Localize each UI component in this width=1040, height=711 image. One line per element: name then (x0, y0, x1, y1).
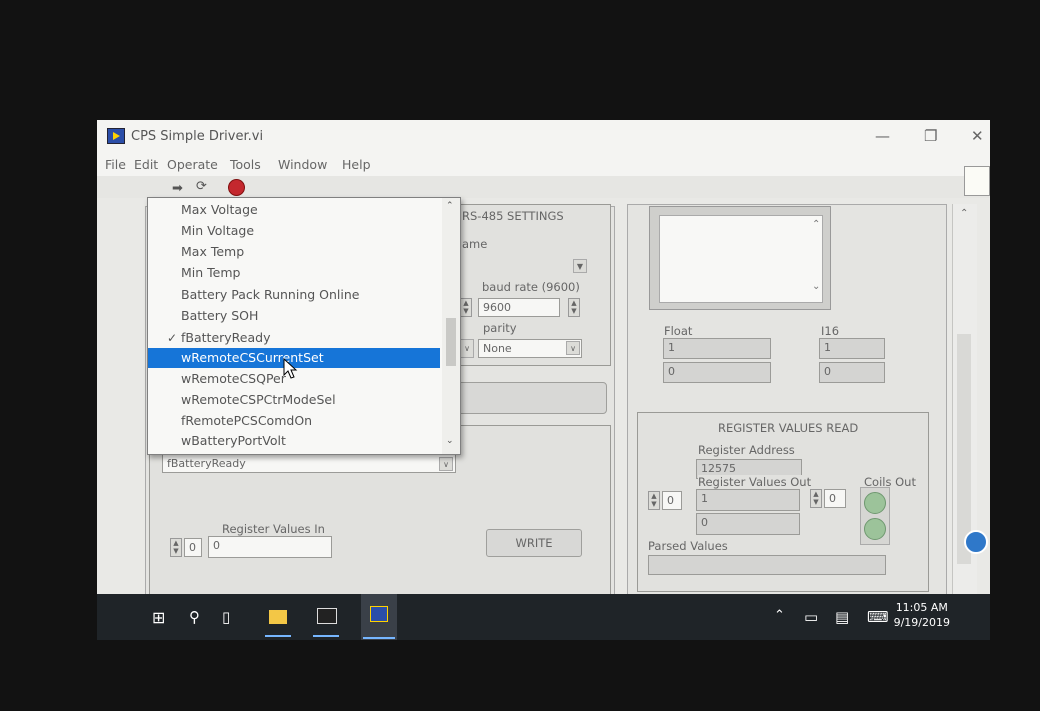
register-values-in-label: Register Values In (222, 522, 325, 536)
list-item[interactable]: Min Voltage (148, 221, 440, 241)
baud-rate-right-spinner[interactable]: ▲ ▼ (568, 298, 580, 317)
baud-rate-field[interactable]: 9600 (478, 298, 560, 317)
parity-dropdown-arrow[interactable]: ∨ (566, 341, 580, 355)
write-register-dropdown-arrow[interactable]: ∨ (439, 457, 453, 471)
values-out-field-1: 1 (696, 489, 800, 511)
vi-connector-icon (964, 166, 990, 196)
labview-vi-icon (107, 128, 125, 144)
windows-taskbar: ⊞ ⚲ ▯ ⌃ ▭ ▤ ⌨ 11:05 AM 9/19/2019 (97, 594, 990, 640)
write-register-select[interactable]: fBatteryReady (162, 454, 456, 473)
windows-start-icon[interactable]: ⊞ (152, 608, 165, 627)
values-in-index-field[interactable]: 0 (184, 538, 202, 557)
menu-edit[interactable]: Edit (134, 157, 158, 172)
values-in-field[interactable]: 0 (208, 536, 332, 558)
string-scroll-down-icon[interactable]: ⌄ (812, 281, 820, 292)
keyboard-icon[interactable]: ⌨ (867, 608, 889, 626)
menu-window[interactable]: Window (278, 157, 327, 172)
list-item[interactable]: Max Voltage (148, 200, 440, 220)
file-explorer-icon[interactable] (265, 604, 291, 637)
coil-led-2 (864, 518, 886, 540)
values-in-index-spinner[interactable]: ▲ ▼ (170, 538, 182, 557)
rs485-title: RS-485 SETTINGS (462, 209, 564, 223)
parsed-values-field (648, 555, 886, 575)
search-icon[interactable]: ⚲ (189, 608, 200, 626)
float-label: Float (664, 324, 693, 338)
menu-file[interactable]: File (105, 157, 126, 172)
scroll-up-icon[interactable]: ⌃ (960, 208, 968, 219)
values-out-field-2: 0 (696, 513, 800, 535)
window-title: CPS Simple Driver.vi (131, 129, 264, 144)
baud-rate-label: baud rate (9600) (482, 280, 580, 294)
coils-index-field[interactable]: 0 (824, 489, 846, 508)
run-continuously-icon[interactable]: ⟳ (196, 179, 207, 194)
menu-operate[interactable]: Operate (167, 157, 218, 172)
coil-led-1 (864, 492, 886, 514)
action-center-icon[interactable]: ▤ (835, 608, 849, 626)
list-item[interactable]: Battery Pack Running Online (148, 285, 440, 305)
list-scroll-down-icon[interactable]: ⌄ (446, 436, 454, 446)
clock-date: 9/19/2019 (893, 616, 950, 629)
coils-led-frame (860, 487, 890, 545)
checkmark-icon: ✓ (167, 331, 178, 345)
values-out-index-spinner[interactable]: ▲ ▼ (648, 491, 660, 510)
resource-name-dropdown-arrow[interactable]: ▼ (573, 259, 587, 273)
list-item[interactable]: wBatteryPortVolt (148, 431, 440, 451)
clock-time: 11:05 AM (895, 601, 948, 614)
title-bar: CPS Simple Driver.vi — ❐ ✕ (97, 120, 990, 154)
float-value-1: 1 (663, 338, 771, 359)
run-arrow-icon[interactable]: ➡ (172, 181, 190, 196)
close-button[interactable]: ✕ (971, 127, 984, 145)
list-item-checked[interactable]: ✓ fBatteryReady (148, 328, 440, 348)
system-clock[interactable]: 11:05 AM 9/19/2019 (894, 600, 950, 630)
bar-button[interactable] (457, 382, 607, 414)
task-view-icon[interactable]: ▯ (222, 608, 230, 626)
navigation-icon[interactable] (964, 530, 988, 554)
parity-left-arrow[interactable]: ∨ (460, 339, 474, 358)
register-dropdown-list[interactable]: Max Voltage Min Voltage Max Temp Min Tem… (147, 197, 461, 455)
list-scroll-up-icon[interactable]: ⌃ (446, 201, 454, 211)
menu-bar: File Edit Operate Tools Window Help (97, 154, 990, 176)
i16-value-1: 1 (819, 338, 885, 359)
i16-label: I16 (821, 324, 840, 338)
list-item[interactable]: Battery SOH (148, 306, 440, 326)
list-item[interactable]: Min Temp (148, 263, 440, 283)
list-item[interactable]: fRemotePCSComdOn (148, 411, 440, 431)
list-scroll-thumb[interactable] (446, 318, 456, 366)
toolbar: ➡ ⟳ (97, 176, 990, 198)
values-out-index-field[interactable]: 0 (662, 491, 682, 510)
parsed-values-label: Parsed Values (648, 539, 728, 553)
rs485-settings-panel: RS-485 SETTINGS ame ▼ baud rate (9600) ▲… (457, 204, 611, 366)
i16-value-2: 0 (819, 362, 885, 383)
menu-help[interactable]: Help (342, 157, 371, 172)
string-indicator-box (659, 215, 823, 303)
register-values-out-label: Register Values Out (698, 475, 812, 489)
network-icon[interactable]: ▭ (804, 608, 818, 626)
restore-button[interactable]: ❐ (924, 127, 937, 145)
screen: CPS Simple Driver.vi — ❐ ✕ File Edit Ope… (97, 120, 990, 640)
terminal-icon[interactable] (313, 604, 339, 637)
list-scrollbar[interactable]: ⌃ ⌄ (442, 198, 460, 454)
string-indicator-frame: ⌃ ⌄ (649, 206, 831, 310)
list-item[interactable]: Max Temp (148, 242, 440, 262)
mouse-cursor-icon (283, 358, 298, 379)
resource-name-label: ame (462, 237, 488, 251)
baud-rate-spinner[interactable]: ▲ ▼ (460, 298, 472, 317)
register-address-label: Register Address (698, 443, 795, 457)
menu-tools[interactable]: Tools (230, 157, 261, 172)
parity-label: parity (483, 321, 517, 335)
register-values-read-title: REGISTER VALUES READ (718, 421, 859, 435)
write-button[interactable]: WRITE (486, 529, 582, 557)
float-value-2: 0 (663, 362, 771, 383)
show-hidden-icons-icon[interactable]: ⌃ (774, 608, 785, 623)
scroll-thumb[interactable] (957, 334, 971, 564)
minimize-button[interactable]: — (875, 127, 890, 145)
coils-index-spinner[interactable]: ▲ ▼ (810, 489, 822, 508)
abort-execution-icon[interactable] (228, 179, 245, 196)
register-values-read-panel: REGISTER VALUES READ Register Address 12… (637, 412, 929, 592)
string-scroll-up-icon[interactable]: ⌃ (812, 219, 820, 230)
list-item-label: fBatteryReady (181, 330, 271, 345)
list-item[interactable]: wRemoteCSPCtrModeSel (148, 390, 440, 410)
labview-taskbar-icon[interactable] (361, 594, 397, 640)
